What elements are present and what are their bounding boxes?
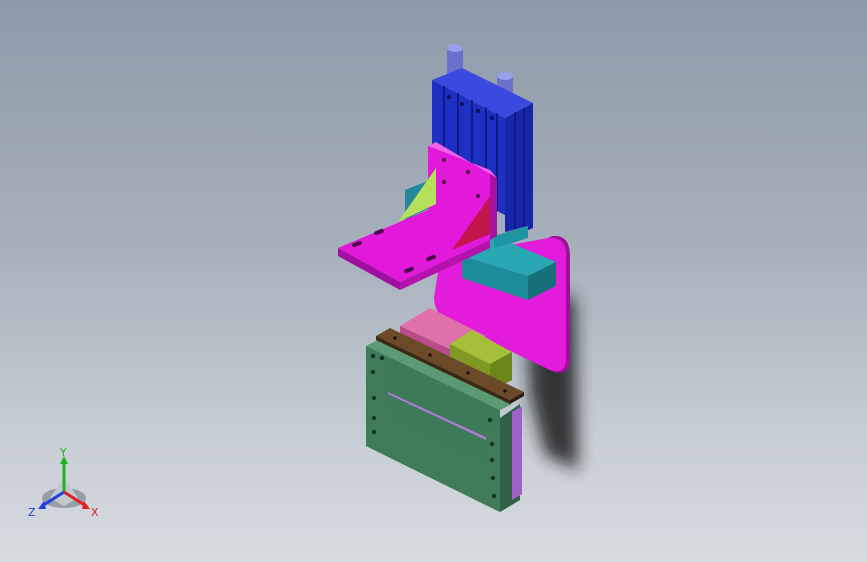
x-axis-label: X	[91, 506, 99, 519]
3d-assembly-model[interactable]	[0, 0, 867, 562]
z-axis-label: Z	[28, 506, 36, 519]
graphics-viewport[interactable]: Y X Z	[0, 0, 867, 562]
axis-triad: Y X Z	[28, 446, 99, 519]
y-axis-label: Y	[59, 446, 67, 459]
cylinder-body-side	[505, 103, 533, 240]
